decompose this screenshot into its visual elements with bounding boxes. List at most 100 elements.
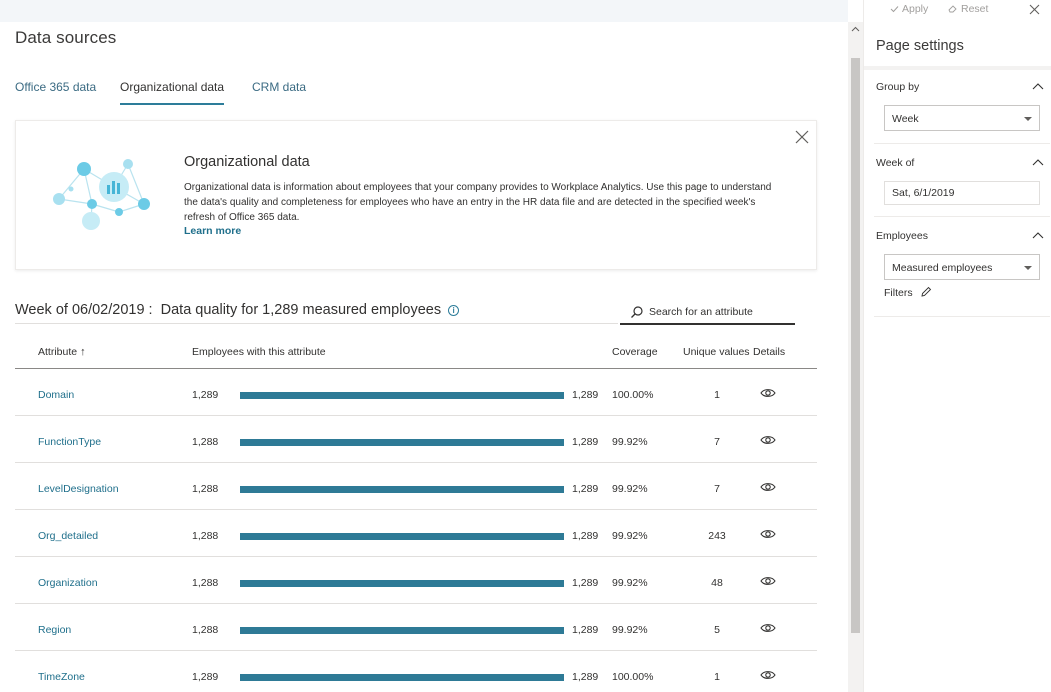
data-quality-label: Data quality for 1,289 measured employee…	[160, 302, 442, 318]
column-header-coverage[interactable]: Coverage	[612, 346, 658, 358]
column-header-attribute[interactable]: Attribute ↑	[38, 346, 86, 358]
coverage-value: 100.00%	[612, 389, 654, 401]
page-settings-panel: Apply Reset Page settings Group by Week …	[863, 0, 1051, 692]
apply-label: Apply	[902, 3, 929, 15]
coverage-bar	[240, 580, 564, 587]
tab-organizational-data[interactable]: Organizational data	[120, 80, 225, 105]
total-count: 1,289	[572, 389, 599, 401]
total-count: 1,289	[572, 436, 599, 448]
filters-button[interactable]: Filters	[884, 286, 932, 299]
eye-icon[interactable]	[760, 387, 776, 399]
unique-values: 48	[711, 577, 723, 589]
tab-office-365-data[interactable]: Office 365 data	[15, 80, 96, 94]
main-scrollbar[interactable]	[848, 22, 863, 692]
week-of-date-input[interactable]	[892, 187, 1032, 199]
unique-values: 1	[714, 671, 720, 683]
info-card-title: Organizational data	[184, 154, 310, 170]
coverage-value: 99.92%	[612, 577, 648, 589]
coverage-value: 99.92%	[612, 530, 648, 542]
chevron-up-icon[interactable]	[1032, 158, 1044, 166]
attribute-name-link[interactable]: LevelDesignation	[38, 483, 119, 495]
unique-values: 7	[714, 436, 720, 448]
chevron-up-icon[interactable]	[1032, 231, 1044, 239]
employees-count: 1,289	[192, 671, 219, 683]
unique-values: 7	[714, 483, 720, 495]
chevron-down-icon	[1024, 117, 1032, 121]
coverage-value: 99.92%	[612, 624, 648, 636]
coverage-bar-fill	[240, 533, 564, 540]
search-input[interactable]	[649, 304, 789, 320]
info-icon[interactable]: i	[448, 305, 460, 316]
table-row: Organization 1,288 1,289 99.92% 48	[15, 557, 817, 604]
reset-button[interactable]: Reset	[948, 3, 988, 15]
reset-label: Reset	[961, 3, 989, 15]
table-row: LevelDesignation 1,288 1,289 99.92% 7	[15, 463, 817, 510]
table-body: Domain 1,289 1,289 100.00% 1 FunctionType 1,28…	[15, 369, 817, 692]
week-label: Week of 06/02/2019 :	[15, 302, 153, 318]
scrollbar-thumb[interactable]	[851, 58, 860, 633]
coverage-bar-fill	[240, 486, 564, 493]
total-count: 1,289	[572, 671, 599, 683]
attribute-name-link[interactable]: Org_detailed	[38, 530, 98, 542]
eye-icon[interactable]	[760, 434, 776, 446]
coverage-bar-fill	[240, 439, 564, 446]
section-heading: Week of 06/02/2019 : Data quality for 1,…	[15, 302, 460, 318]
coverage-bar	[240, 627, 564, 634]
employees-count: 1,288	[192, 483, 219, 495]
section-divider	[874, 216, 1050, 217]
total-count: 1,289	[572, 483, 599, 495]
search-icon	[631, 306, 643, 318]
main-content: Data sources Office 365 data Organizatio…	[0, 0, 848, 692]
unique-values: 243	[708, 530, 726, 542]
coverage-bar-fill	[240, 392, 564, 399]
employees-dropdown[interactable]: Measured employees	[884, 254, 1040, 280]
coverage-bar-fill	[240, 674, 564, 681]
close-panel-icon[interactable]	[1029, 4, 1040, 15]
attribute-name-link[interactable]: Region	[38, 624, 71, 636]
eye-icon[interactable]	[760, 528, 776, 540]
table-row: TimeZone 1,289 1,289 100.00% 1	[15, 651, 817, 692]
eye-icon[interactable]	[760, 622, 776, 634]
attribute-name-link[interactable]: FunctionType	[38, 436, 101, 448]
eye-icon[interactable]	[760, 669, 776, 681]
section-divider	[874, 316, 1050, 317]
column-header-employees[interactable]: Employees with this attribute	[192, 346, 326, 358]
group-by-dropdown[interactable]: Week	[884, 105, 1040, 131]
scroll-up-arrow-icon[interactable]	[851, 26, 860, 33]
coverage-bar	[240, 392, 564, 399]
attribute-name-link[interactable]: Domain	[38, 389, 74, 401]
column-header-details: Details	[753, 346, 786, 358]
coverage-bar	[240, 533, 564, 540]
unique-values: 1	[714, 389, 720, 401]
chevron-down-icon	[1024, 266, 1032, 270]
week-of-date-field	[884, 181, 1040, 205]
chevron-up-icon[interactable]	[1032, 82, 1044, 90]
table-header: Attribute ↑ Employees with this attribute…	[15, 340, 817, 369]
coverage-bar	[240, 486, 564, 493]
eye-icon[interactable]	[760, 575, 776, 587]
table-row: Region 1,288 1,289 99.92% 5	[15, 604, 817, 651]
attribute-name-link[interactable]: Organization	[38, 577, 98, 589]
column-header-attribute-label: Attribute	[38, 346, 78, 358]
column-header-unique-values[interactable]: Unique values	[683, 346, 750, 358]
tab-crm-data[interactable]: CRM data	[252, 80, 306, 94]
attribute-search	[620, 303, 795, 325]
close-icon[interactable]	[794, 129, 810, 145]
employees-selected: Measured employees	[892, 262, 993, 274]
info-card: Organizational data Organizational data …	[15, 120, 817, 270]
pencil-icon	[920, 286, 931, 297]
eye-icon[interactable]	[760, 481, 776, 493]
total-count: 1,289	[572, 577, 599, 589]
attribute-name-link[interactable]: TimeZone	[38, 671, 85, 683]
apply-button[interactable]: Apply	[890, 3, 928, 15]
sort-ascending-icon: ↑	[80, 346, 86, 358]
info-card-description: Organizational data is information about…	[184, 182, 772, 223]
coverage-bar-fill	[240, 580, 564, 587]
employees-count: 1,288	[192, 530, 219, 542]
coverage-bar	[240, 674, 564, 681]
table-row: Domain 1,289 1,289 100.00% 1	[15, 369, 817, 416]
panel-toolbar: Apply Reset	[864, 0, 1051, 22]
employees-count: 1,288	[192, 624, 219, 636]
learn-more-link[interactable]: Learn more	[184, 225, 241, 237]
checkmark-icon	[890, 6, 899, 13]
